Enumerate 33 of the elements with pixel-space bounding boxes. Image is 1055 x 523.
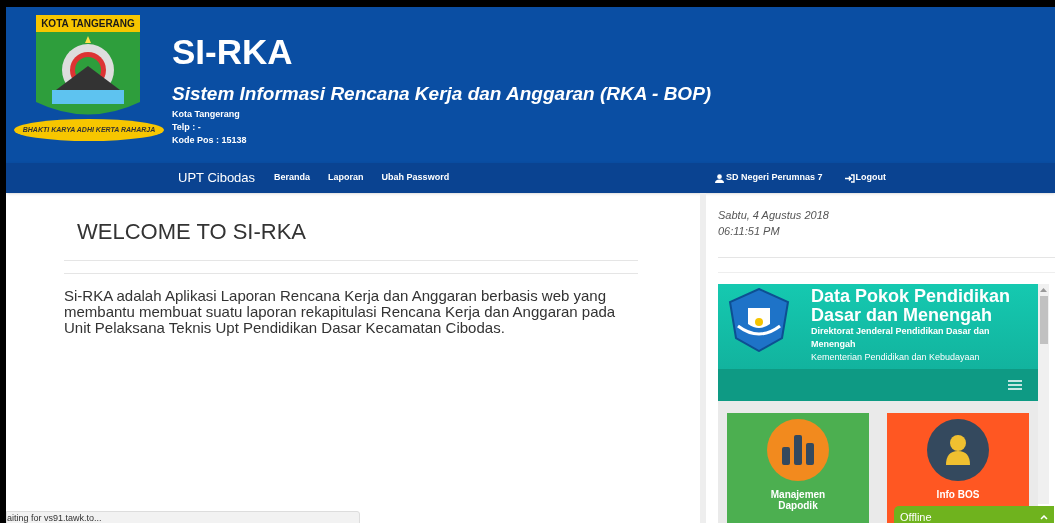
app-subtitle: Sistem Informasi Rencana Kerja dan Anggaran (RKA - BOP) (172, 82, 712, 106)
app-title: SI-RKA (172, 32, 294, 72)
user-icon (714, 173, 724, 183)
welcome-heading: WELCOME TO SI-RKA (64, 215, 638, 261)
nav-link[interactable]: Ubah Password (381, 171, 450, 185)
scrollbar-thumb[interactable] (1039, 296, 1048, 344)
widget-ministry: Kementerian Pendidikan dan Kebudayaan (811, 351, 981, 364)
nav-link[interactable]: Laporan (328, 171, 364, 185)
date-text: Sabtu, 4 Agustus 2018 (718, 208, 830, 223)
scroll-up-arrow-icon[interactable] (1040, 287, 1047, 293)
tile-label: Info BOS (935, 489, 981, 500)
scrollbar[interactable] (1038, 284, 1049, 504)
emblem-icon (728, 288, 790, 352)
menu-icon[interactable] (1008, 380, 1022, 390)
brand-link[interactable]: UPT Cibodas (178, 168, 256, 188)
time-text: 06:11:51 PM (718, 224, 781, 239)
chevron-up-icon (1040, 514, 1048, 520)
nav-link[interactable]: Beranda (274, 171, 311, 185)
user-link[interactable]: SD Negeri Perumnas 7 (714, 171, 823, 185)
widget-title: Data Pokok Pendidikan Dasar dan Menengah (811, 287, 1011, 325)
contact-info: Kode Pos : 15138 (172, 134, 248, 147)
tile-label: Manajemen Dapodik (769, 489, 827, 511)
widget-org: Direktorat Jenderal Pendidikan Dasar dan Menengah (811, 325, 991, 351)
logout-icon (844, 173, 855, 183)
logout-link[interactable]: Logout (844, 171, 886, 185)
browser-status-bar: aiting for vs91.tawk.to... (6, 511, 360, 523)
contact-info: Kota Tangerang (172, 108, 241, 121)
contact-info: Telp : - (172, 121, 202, 134)
intro-paragraph: Si-RKA adalah Aplikasi Laporan Rencana Kerja dan Anggaran berbasis web yang membantu membuat suatu laporan rekapitulasi Rencana Kerja dan Anggaran pada Unit Pelaksana Teknis Upt Pendidikan Dasar Kecamatan Cibodas. (64, 288, 617, 336)
chat-status: Offline (900, 509, 932, 523)
person-icon (927, 419, 989, 481)
logo-banner: KOTA TANGERANG (36, 15, 140, 32)
bar-chart-icon (767, 419, 829, 481)
